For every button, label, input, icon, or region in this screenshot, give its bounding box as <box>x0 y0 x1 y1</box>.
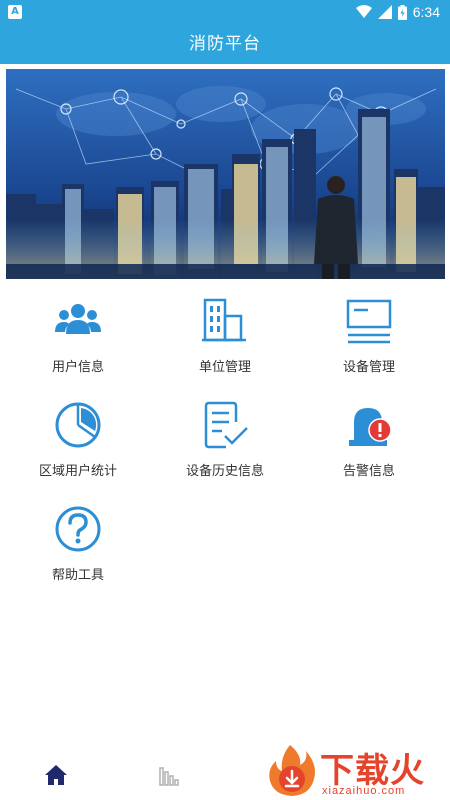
menu-item-label: 单位管理 <box>198 360 251 375</box>
menu-item-label: 设备历史信息 <box>185 464 264 479</box>
banner-image[interactable] <box>6 69 445 279</box>
building-icon <box>200 296 250 346</box>
menu-item-region-stats[interactable]: 区域用户统计 <box>3 394 153 494</box>
nav-home-tab[interactable] <box>36 755 76 795</box>
watermark-logo: 下载火 xiazaihuo.com <box>262 741 450 800</box>
menu-item-label: 设备管理 <box>342 360 395 375</box>
menu-item-help-tools[interactable]: 帮助工具 <box>3 498 153 598</box>
menu-item-unit-management[interactable]: 单位管理 <box>150 290 300 390</box>
status-bar: A 6:34 <box>0 0 450 24</box>
alarm-icon <box>344 400 394 450</box>
home-icon <box>45 765 67 785</box>
stats-icon <box>159 767 179 786</box>
page-title: 消防平台 <box>189 34 261 54</box>
flame-download-icon <box>269 745 315 796</box>
menu-item-user-info[interactable]: 用户信息 <box>3 290 153 390</box>
users-icon <box>53 296 103 346</box>
menu-item-label: 区域用户统计 <box>38 464 117 479</box>
menu-item-label: 用户信息 <box>51 360 104 375</box>
help-icon <box>53 504 103 554</box>
history-document-icon <box>200 400 250 450</box>
notification-icon: A <box>8 5 22 19</box>
menu-item-device-management[interactable]: 设备管理 <box>294 290 444 390</box>
status-icons: 6:34 <box>355 3 440 21</box>
device-icon <box>344 296 394 346</box>
app-header: 消防平台 <box>0 24 450 64</box>
signal-icon <box>377 5 392 19</box>
nav-stats-tab[interactable] <box>148 755 188 795</box>
battery-icon <box>397 4 407 20</box>
wifi-icon <box>355 5 372 18</box>
menu-item-label: 帮助工具 <box>51 568 104 583</box>
status-time: 6:34 <box>412 4 440 20</box>
pie-chart-icon <box>53 400 103 450</box>
watermark-subtitle: xiazaihuo.com <box>322 785 406 797</box>
menu-item-alarm-info[interactable]: 告警信息 <box>294 394 444 494</box>
menu-item-device-history[interactable]: 设备历史信息 <box>150 394 300 494</box>
menu-item-label: 告警信息 <box>342 464 395 479</box>
